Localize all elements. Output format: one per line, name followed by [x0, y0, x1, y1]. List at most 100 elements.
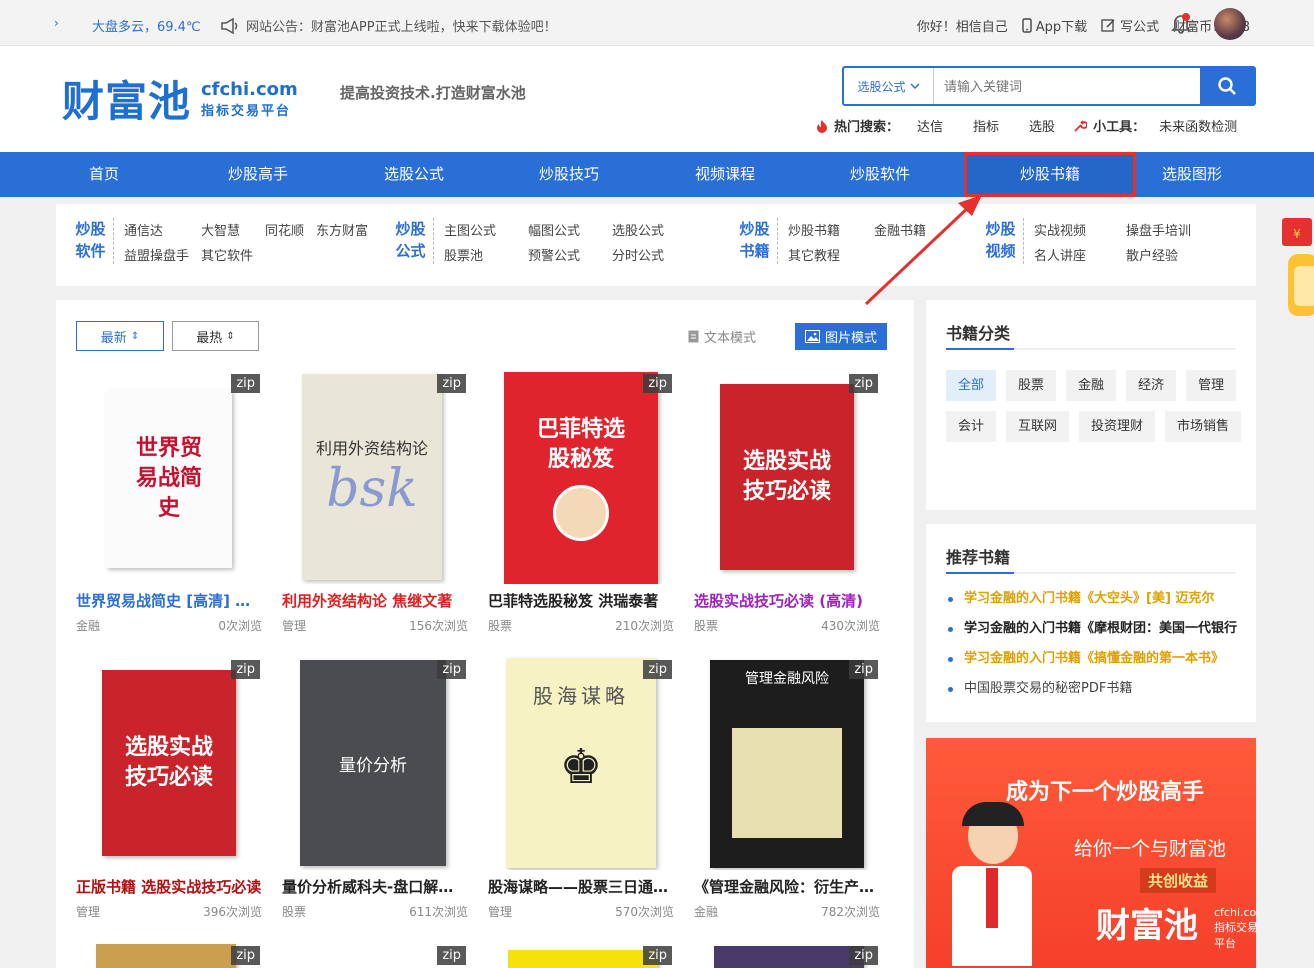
book-card[interactable]: 巴菲特选股秘笈 zip 巴菲特选股秘笈 洪瑞泰著 股票 210次浏览: [488, 370, 674, 634]
book-card[interactable]: 利用外资结构论 bsk zip 利用外资结构论 焦继文著 管理 156次浏览: [282, 370, 468, 634]
book-card[interactable]: zip: [488, 942, 674, 968]
subnav-category[interactable]: 炒股书籍: [738, 218, 778, 264]
subnav-link[interactable]: 预警公式: [528, 245, 600, 264]
book-cover[interactable]: 量价分析 zip: [282, 656, 468, 870]
subnav-link[interactable]: 同花顺: [265, 220, 304, 239]
book-cover[interactable]: zip: [76, 942, 262, 968]
bell-icon[interactable]: [1170, 12, 1192, 34]
subnav-link[interactable]: 主图公式: [444, 220, 516, 239]
search-input[interactable]: [934, 68, 1200, 104]
book-card[interactable]: zip: [282, 942, 468, 968]
subnav-link[interactable]: 实战视频: [1034, 220, 1114, 239]
nav-item-videos[interactable]: 视频课程: [665, 152, 785, 197]
nav-item-patterns[interactable]: 选股图形: [1132, 152, 1252, 197]
sort-hottest-button[interactable]: 最热 ⇕: [172, 321, 259, 351]
book-cover[interactable]: zip: [694, 942, 880, 968]
subnav-category[interactable]: 炒股软件: [74, 218, 114, 264]
subnav-link[interactable]: 金融书籍: [874, 220, 948, 239]
book-cover[interactable]: zip: [282, 942, 468, 968]
book-card[interactable]: 选股实战技巧必读 zip 选股实战技巧必读 (高清) 股票 430次浏览: [694, 370, 880, 634]
book-card[interactable]: 世界贸易战简史 zip 世界贸易战简史 [高清] 电子书 金融 0次浏览: [76, 370, 262, 634]
hot-keyword[interactable]: 选股: [1029, 116, 1055, 135]
category-tag[interactable]: 互联网: [1006, 411, 1070, 442]
book-card[interactable]: 股海谋略 ♚ zip 股海谋略——股票三日通系列 管理 570次浏览: [488, 656, 674, 920]
chevron-down-icon: [909, 83, 920, 90]
search-button[interactable]: [1200, 68, 1254, 104]
greeting-link[interactable]: 你好！相信自己: [917, 16, 1008, 35]
category-tag[interactable]: 股票: [1006, 370, 1057, 401]
write-formula-link[interactable]: 写公式: [1101, 16, 1159, 35]
subnav-link[interactable]: 其它软件: [201, 245, 253, 264]
app-download-link[interactable]: App下载: [1022, 16, 1087, 35]
hot-keyword[interactable]: 达信: [917, 116, 943, 135]
category-tag[interactable]: 会计: [946, 411, 997, 442]
tools-link[interactable]: 未来函数检测: [1159, 116, 1237, 135]
nav-item-skills[interactable]: 炒股技巧: [509, 152, 629, 197]
book-card[interactable]: zip: [76, 942, 262, 968]
sort-newest-button[interactable]: 最新 ⇕: [76, 321, 164, 351]
category-tag[interactable]: 管理: [1186, 370, 1237, 401]
book-title[interactable]: 正版书籍 选股实战技巧必读: [76, 876, 262, 897]
book-cover[interactable]: 选股实战技巧必读 zip: [694, 370, 880, 584]
category-tag[interactable]: 全部: [946, 370, 997, 401]
zip-badge: zip: [849, 374, 878, 393]
book-title[interactable]: 选股实战技巧必读 (高清): [694, 590, 880, 611]
category-tag[interactable]: 金融: [1066, 370, 1117, 401]
book-title[interactable]: 巴菲特选股秘笈 洪瑞泰著: [488, 590, 674, 611]
promo-banner[interactable]: 成为下一个炒股高手 给你一个与财富池 共创收益 财富池 cfchi.com 指标…: [926, 738, 1256, 968]
image-mode-button[interactable]: 图片模式: [795, 323, 888, 350]
category-tag[interactable]: 经济: [1126, 370, 1177, 401]
subnav-link[interactable]: 分时公式: [612, 245, 684, 264]
subnav-link[interactable]: 散户经验: [1126, 245, 1206, 264]
subnav-link[interactable]: 操盘手培训: [1126, 220, 1206, 239]
book-cover[interactable]: 股海谋略 ♚ zip: [488, 656, 674, 870]
search-type-select[interactable]: 选股公式: [844, 68, 934, 104]
avatar[interactable]: [1214, 8, 1246, 40]
nav-item-experts[interactable]: 炒股高手: [198, 152, 318, 197]
book-card[interactable]: 管理金融风险 zip 《管理金融风险：衍生产品》 金融 782次浏览: [694, 656, 880, 920]
book-cover[interactable]: zip: [488, 942, 674, 968]
subnav-link[interactable]: 选股公式: [612, 220, 684, 239]
subnav-link[interactable]: 通信达: [124, 220, 189, 239]
hot-keyword[interactable]: 指标: [973, 116, 999, 135]
recommended-item[interactable]: 学习金融的入门书籍《摩根财团：美国一代银行: [946, 614, 1242, 644]
book-card[interactable]: zip: [694, 942, 880, 968]
chevron-right-icon[interactable]: ›: [54, 16, 59, 30]
nav-item-home[interactable]: 首页: [44, 152, 164, 197]
subnav-link[interactable]: 名人讲座: [1034, 245, 1114, 264]
book-cover[interactable]: 巴菲特选股秘笈 zip: [488, 370, 674, 584]
book-title[interactable]: 利用外资结构论 焦继文著: [282, 590, 468, 611]
category-tag[interactable]: 市场销售: [1165, 411, 1242, 442]
recommended-item[interactable]: 学习金融的入门书籍《大空头》[美] 迈克尔: [946, 584, 1242, 614]
subnav-category[interactable]: 炒股公式: [394, 218, 434, 264]
book-title[interactable]: 股海谋略——股票三日通系列: [488, 876, 674, 897]
recommended-item[interactable]: 中国股票交易的秘密PDF书籍: [946, 674, 1242, 704]
book-cover[interactable]: 利用外资结构论 bsk zip: [282, 370, 468, 584]
subnav-link[interactable]: 股票池: [444, 245, 516, 264]
subnav-link[interactable]: 幅图公式: [528, 220, 600, 239]
red-envelope-icon[interactable]: ¥: [1282, 216, 1314, 320]
book-cover[interactable]: 选股实战技巧必读 zip: [76, 656, 262, 870]
category-tag[interactable]: 投资理财: [1079, 411, 1156, 442]
subnav-link[interactable]: 益盟操盘手: [124, 245, 189, 264]
book-title[interactable]: 量价分析威科夫-盘口解读方法: [282, 876, 468, 897]
book-cover[interactable]: 管理金融风险 zip: [694, 656, 880, 870]
announcement[interactable]: 网站公告：财富池APP正式上线啦，快来下载体验吧！: [220, 16, 557, 35]
nav-item-software[interactable]: 炒股软件: [820, 152, 940, 197]
recommended-item[interactable]: 学习金融的入门书籍《搞懂金融的第一本书》: [946, 644, 1242, 674]
nav-item-books[interactable]: 炒股书籍: [964, 152, 1136, 197]
subnav-link[interactable]: 其它教程: [788, 245, 862, 264]
site-logo[interactable]: 财富池 cfchi.com 指标交易平台: [62, 68, 298, 129]
subnav-link[interactable]: 东方财富: [316, 220, 368, 239]
book-card[interactable]: 选股实战技巧必读 zip 正版书籍 选股实战技巧必读 管理 396次浏览: [76, 656, 262, 920]
book-title[interactable]: 世界贸易战简史 [高清] 电子书: [76, 590, 262, 611]
cover-art: [732, 728, 842, 838]
nav-item-formulas[interactable]: 选股公式: [354, 152, 474, 197]
book-title[interactable]: 《管理金融风险：衍生产品》: [694, 876, 880, 897]
subnav-link[interactable]: 炒股书籍: [788, 220, 862, 239]
subnav-link[interactable]: 大智慧: [201, 220, 253, 239]
book-card[interactable]: 量价分析 zip 量价分析威科夫-盘口解读方法 股票 611次浏览: [282, 656, 468, 920]
subnav-category[interactable]: 炒股视频: [984, 218, 1024, 264]
text-mode-button[interactable]: 文本模式: [678, 323, 766, 350]
book-cover[interactable]: 世界贸易战简史 zip: [76, 370, 262, 584]
